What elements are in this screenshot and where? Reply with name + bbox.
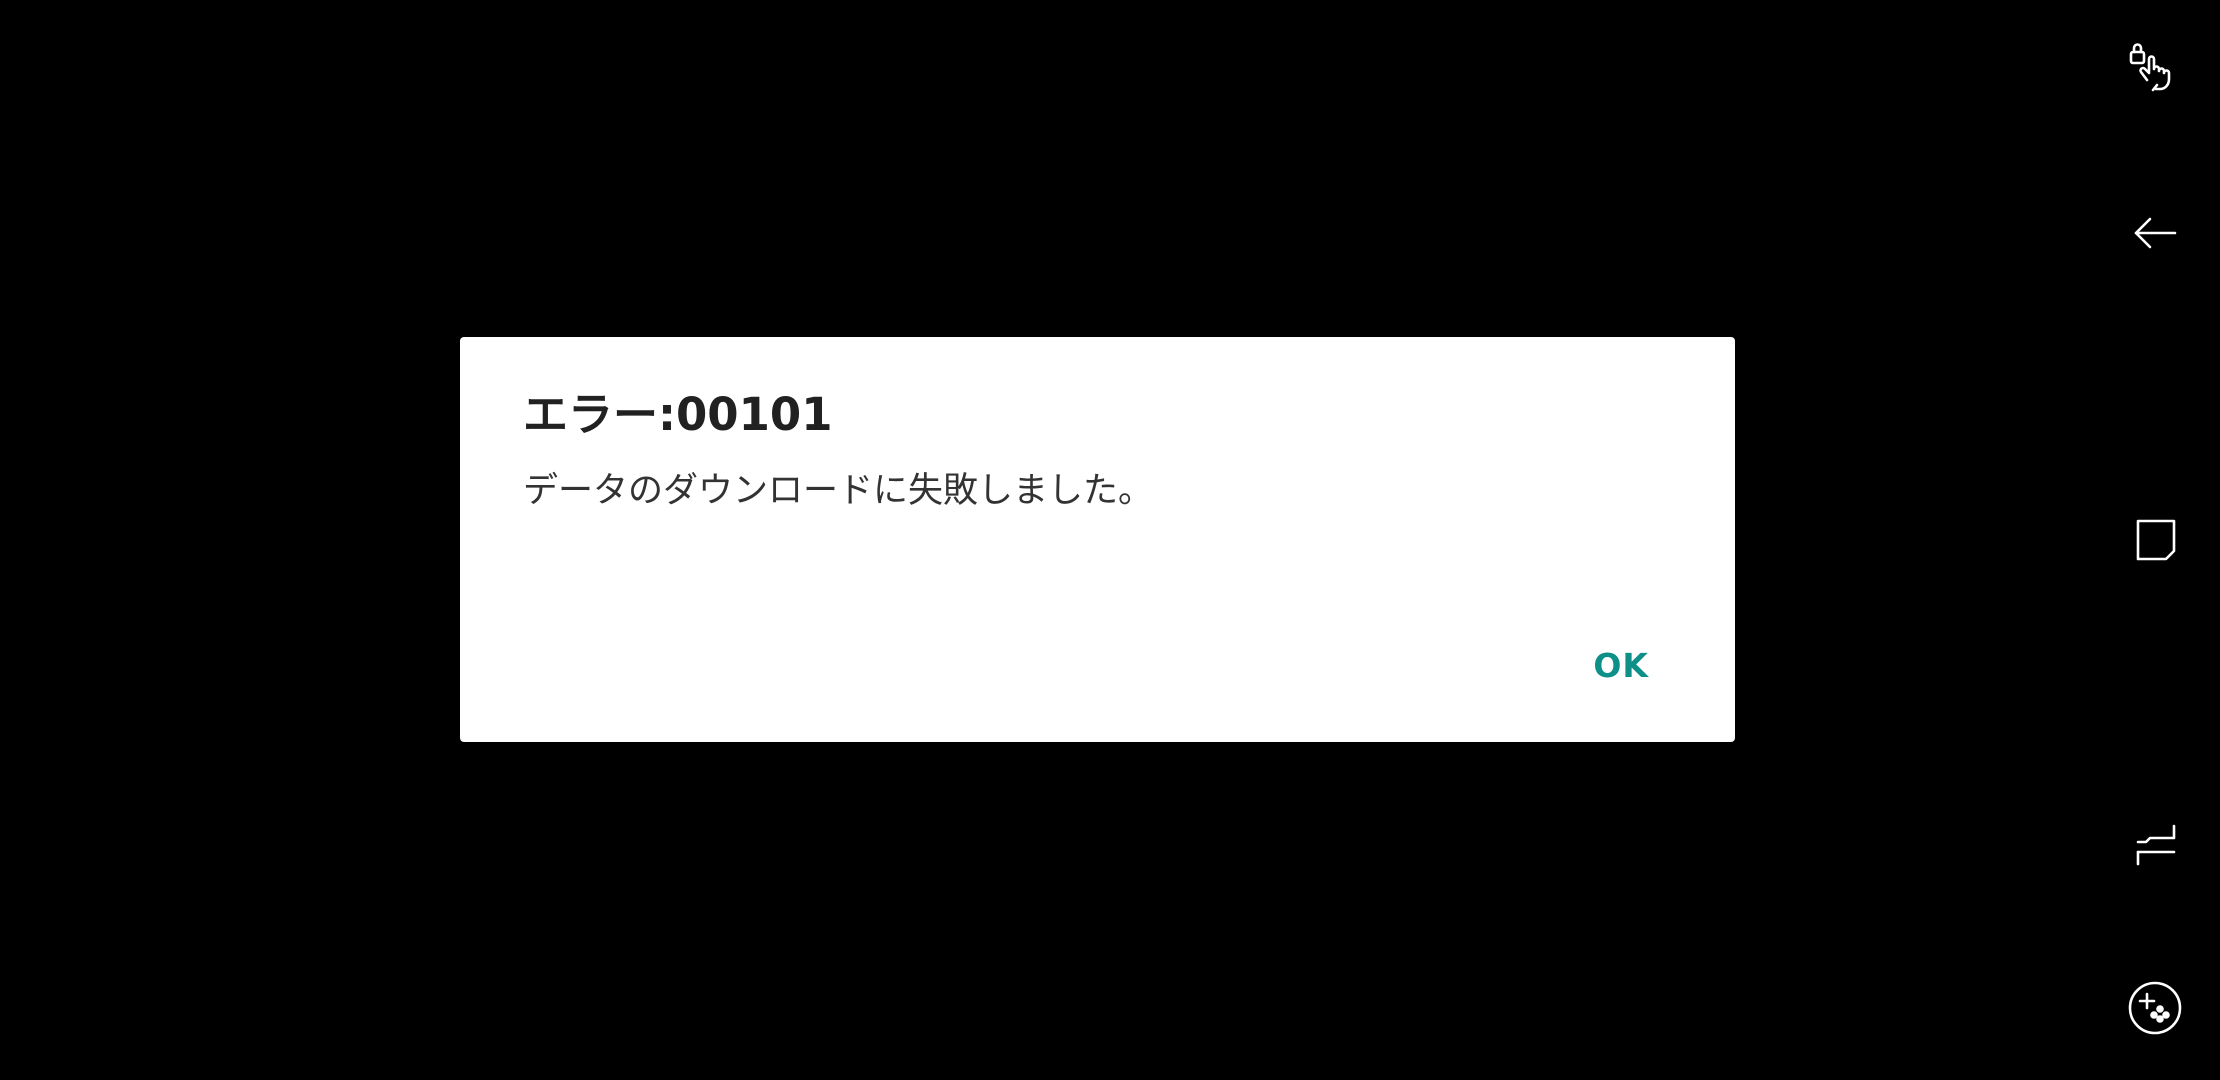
error-dialog: エラー:00101 データのダウンロードに失敗しました。 OK — [460, 337, 1735, 742]
back-button[interactable] — [2090, 198, 2220, 278]
game-tools-button[interactable] — [2090, 968, 2220, 1048]
navigation-bar — [2090, 0, 2220, 1080]
home-square-icon — [2130, 515, 2180, 565]
touch-lock-icon — [2125, 38, 2185, 98]
recents-icon — [2130, 820, 2180, 870]
touch-lock-button[interactable] — [2090, 28, 2220, 108]
dialog-title: エラー:00101 — [523, 388, 833, 441]
home-button[interactable] — [2090, 500, 2220, 580]
app-screen: エラー:00101 データのダウンロードに失敗しました。 OK — [0, 0, 2220, 1080]
recents-button[interactable] — [2090, 805, 2220, 885]
game-tools-icon — [2125, 978, 2185, 1038]
back-arrow-icon — [2130, 213, 2180, 263]
ok-button[interactable]: OK — [1587, 642, 1655, 690]
dialog-message: データのダウンロードに失敗しました。 — [523, 471, 1154, 511]
